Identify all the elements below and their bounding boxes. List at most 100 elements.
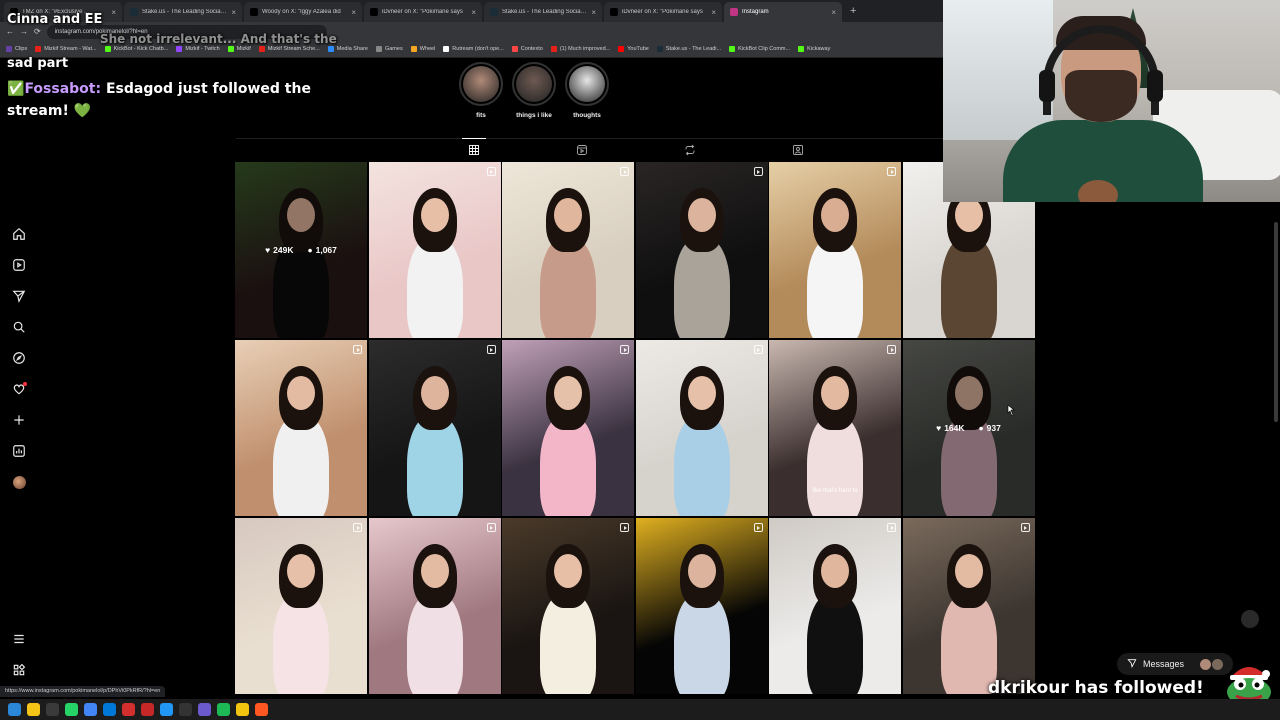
page-scrollbar[interactable]: [1273, 202, 1279, 432]
taskbar-app-icon[interactable]: [46, 703, 59, 716]
taskbar-app-icon[interactable]: [198, 703, 211, 716]
bookmark-item[interactable]: Mizkif Stream Sche...: [258, 46, 320, 52]
bookmark-item[interactable]: Mizkif: [227, 46, 251, 52]
post-thumbnail[interactable]: [368, 340, 501, 516]
post-thumbnail[interactable]: [235, 340, 367, 516]
bookmark-item[interactable]: KickBot Clip Comm...: [729, 46, 790, 52]
browser-tab[interactable]: Stake.us - The Leading Social C ×: [124, 2, 242, 22]
tab-reels[interactable]: [576, 143, 590, 157]
more-menu-icon[interactable]: [11, 631, 27, 647]
chat-overlay-faint-line: She not irrelevant... And that's the: [100, 32, 337, 46]
post-thumbnail[interactable]: like that's hard to: [769, 340, 901, 516]
browser-tab[interactable]: Stake.us - The Leading Social C ×: [484, 2, 602, 22]
search-icon[interactable]: [11, 319, 27, 335]
tab-close-icon[interactable]: ×: [231, 8, 236, 17]
messages-button[interactable]: Messages: [1117, 653, 1234, 675]
stake-icon: [490, 8, 498, 16]
taskbar-app-icon[interactable]: [236, 703, 249, 716]
tab-close-icon[interactable]: ×: [471, 8, 476, 17]
dashboard-icon[interactable]: [11, 443, 27, 459]
new-tab-plus-icon[interactable]: +: [844, 5, 862, 17]
post-thumbnail[interactable]: [769, 518, 901, 694]
reels-nav-icon[interactable]: [11, 257, 27, 273]
bookmark-item[interactable]: Contexto: [511, 46, 543, 52]
bookmark-item[interactable]: Games: [375, 46, 403, 52]
scrollbar-thumb[interactable]: [1274, 222, 1278, 422]
browser-tab[interactable]: iDvneer on X: "Pokimane says ×: [364, 2, 482, 22]
taskbar-app-icon[interactable]: [217, 703, 230, 716]
taskbar-app-icon[interactable]: [122, 703, 135, 716]
bookmark-item[interactable]: Rutream (don't ope...: [443, 46, 504, 52]
bookmark-item[interactable]: Kickaway: [798, 46, 830, 52]
tab-close-icon[interactable]: ×: [111, 8, 116, 17]
taskbar-app-icon[interactable]: [160, 703, 173, 716]
bookmark-item[interactable]: Wheel: [410, 46, 435, 52]
bookmark-item[interactable]: KickBot - Kick Chatb...: [104, 46, 168, 52]
browser-tab[interactable]: Instagram ×: [724, 2, 842, 22]
tab-close-icon[interactable]: ×: [831, 8, 836, 17]
likes-count: 164K: [944, 423, 965, 433]
tab-close-icon[interactable]: ×: [591, 8, 596, 17]
post-thumbnail[interactable]: [769, 162, 901, 338]
bookmark-item[interactable]: Stake.us - The Leadi...: [656, 46, 721, 52]
taskbar-app-icon[interactable]: [84, 703, 97, 716]
windows-start-icon[interactable]: [8, 703, 21, 716]
taskbar-app-icon[interactable]: [179, 703, 192, 716]
tab-label: iDvneer on X: "Pokimane says: [382, 9, 463, 15]
taskbar-app-icon[interactable]: [141, 703, 154, 716]
feedback-icon[interactable]: [1241, 610, 1259, 628]
bookmark-favicon: [550, 46, 557, 52]
explore-icon[interactable]: [11, 350, 27, 366]
post-thumbnail[interactable]: [635, 518, 768, 694]
post-thumbnail[interactable]: [502, 340, 634, 516]
bookmark-label: Clips: [15, 46, 28, 52]
taskbar-app-icon[interactable]: [27, 703, 40, 716]
bookmark-item[interactable]: Mizkif - Twitch: [176, 46, 220, 52]
also-from-meta-icon[interactable]: [11, 662, 27, 678]
highlight-thoughts[interactable]: thoughts: [557, 62, 617, 119]
reel-badge-icon: [486, 167, 496, 176]
browser-tab[interactable]: Woody on X: "Iggy Azalea did ×: [244, 2, 362, 22]
create-plus-icon[interactable]: [11, 412, 27, 428]
tab-posts-grid[interactable]: [462, 138, 486, 157]
bookmark-item[interactable]: Mizkif Stream - Wat...: [35, 46, 97, 52]
bookmark-item[interactable]: YouTube: [618, 46, 649, 52]
taskbar-app-icon[interactable]: [255, 703, 268, 716]
direct-send-icon[interactable]: [11, 288, 27, 304]
forward-icon[interactable]: →: [20, 27, 28, 36]
post-thumbnail[interactable]: ♥ 164K ● 937: [902, 340, 1035, 516]
home-icon[interactable]: [11, 226, 27, 242]
tab-close-icon[interactable]: ×: [711, 8, 716, 17]
post-thumbnail[interactable]: [502, 518, 634, 694]
bookmark-favicon: [729, 46, 736, 52]
taskbar-app-icon[interactable]: [65, 703, 78, 716]
browser-tab[interactable]: iDvneer on X: "Pokimane says ×: [604, 2, 722, 22]
heart-notifications-icon[interactable]: [11, 381, 27, 397]
tab-reposts[interactable]: [684, 143, 698, 157]
reload-icon[interactable]: ⟳: [34, 27, 41, 36]
post-thumbnail[interactable]: ♥ 249K ● 1,067: [235, 162, 367, 338]
tab-close-icon[interactable]: ×: [351, 8, 356, 17]
bookmark-item[interactable]: Media Share: [327, 46, 368, 52]
post-figure-face: [420, 554, 449, 588]
tab-tagged[interactable]: [792, 143, 806, 157]
bookmark-label: Mizkif: [236, 46, 251, 52]
post-thumbnail[interactable]: [502, 162, 634, 338]
post-figure-face: [821, 198, 849, 232]
post-thumbnail[interactable]: [902, 518, 1035, 694]
webcam-overlay: [943, 0, 1280, 202]
highlight-fits[interactable]: fits: [451, 62, 511, 119]
bot-badge-icon: ✅: [7, 81, 25, 97]
highlight-things-i-like[interactable]: things i like: [504, 62, 564, 119]
back-icon[interactable]: ←: [6, 27, 14, 36]
post-thumbnail[interactable]: [368, 518, 501, 694]
post-thumbnail[interactable]: [635, 340, 768, 516]
taskbar-app-icon[interactable]: [103, 703, 116, 716]
post-thumbnail[interactable]: [635, 162, 768, 338]
bookmark-item[interactable]: (1) Much improved...: [550, 46, 610, 52]
post-caption-text: like that's hard to: [812, 488, 858, 494]
post-thumbnail[interactable]: [235, 518, 367, 694]
bookmark-item[interactable]: Clips: [6, 46, 27, 52]
post-thumbnail[interactable]: [368, 162, 501, 338]
profile-avatar[interactable]: [11, 474, 27, 490]
